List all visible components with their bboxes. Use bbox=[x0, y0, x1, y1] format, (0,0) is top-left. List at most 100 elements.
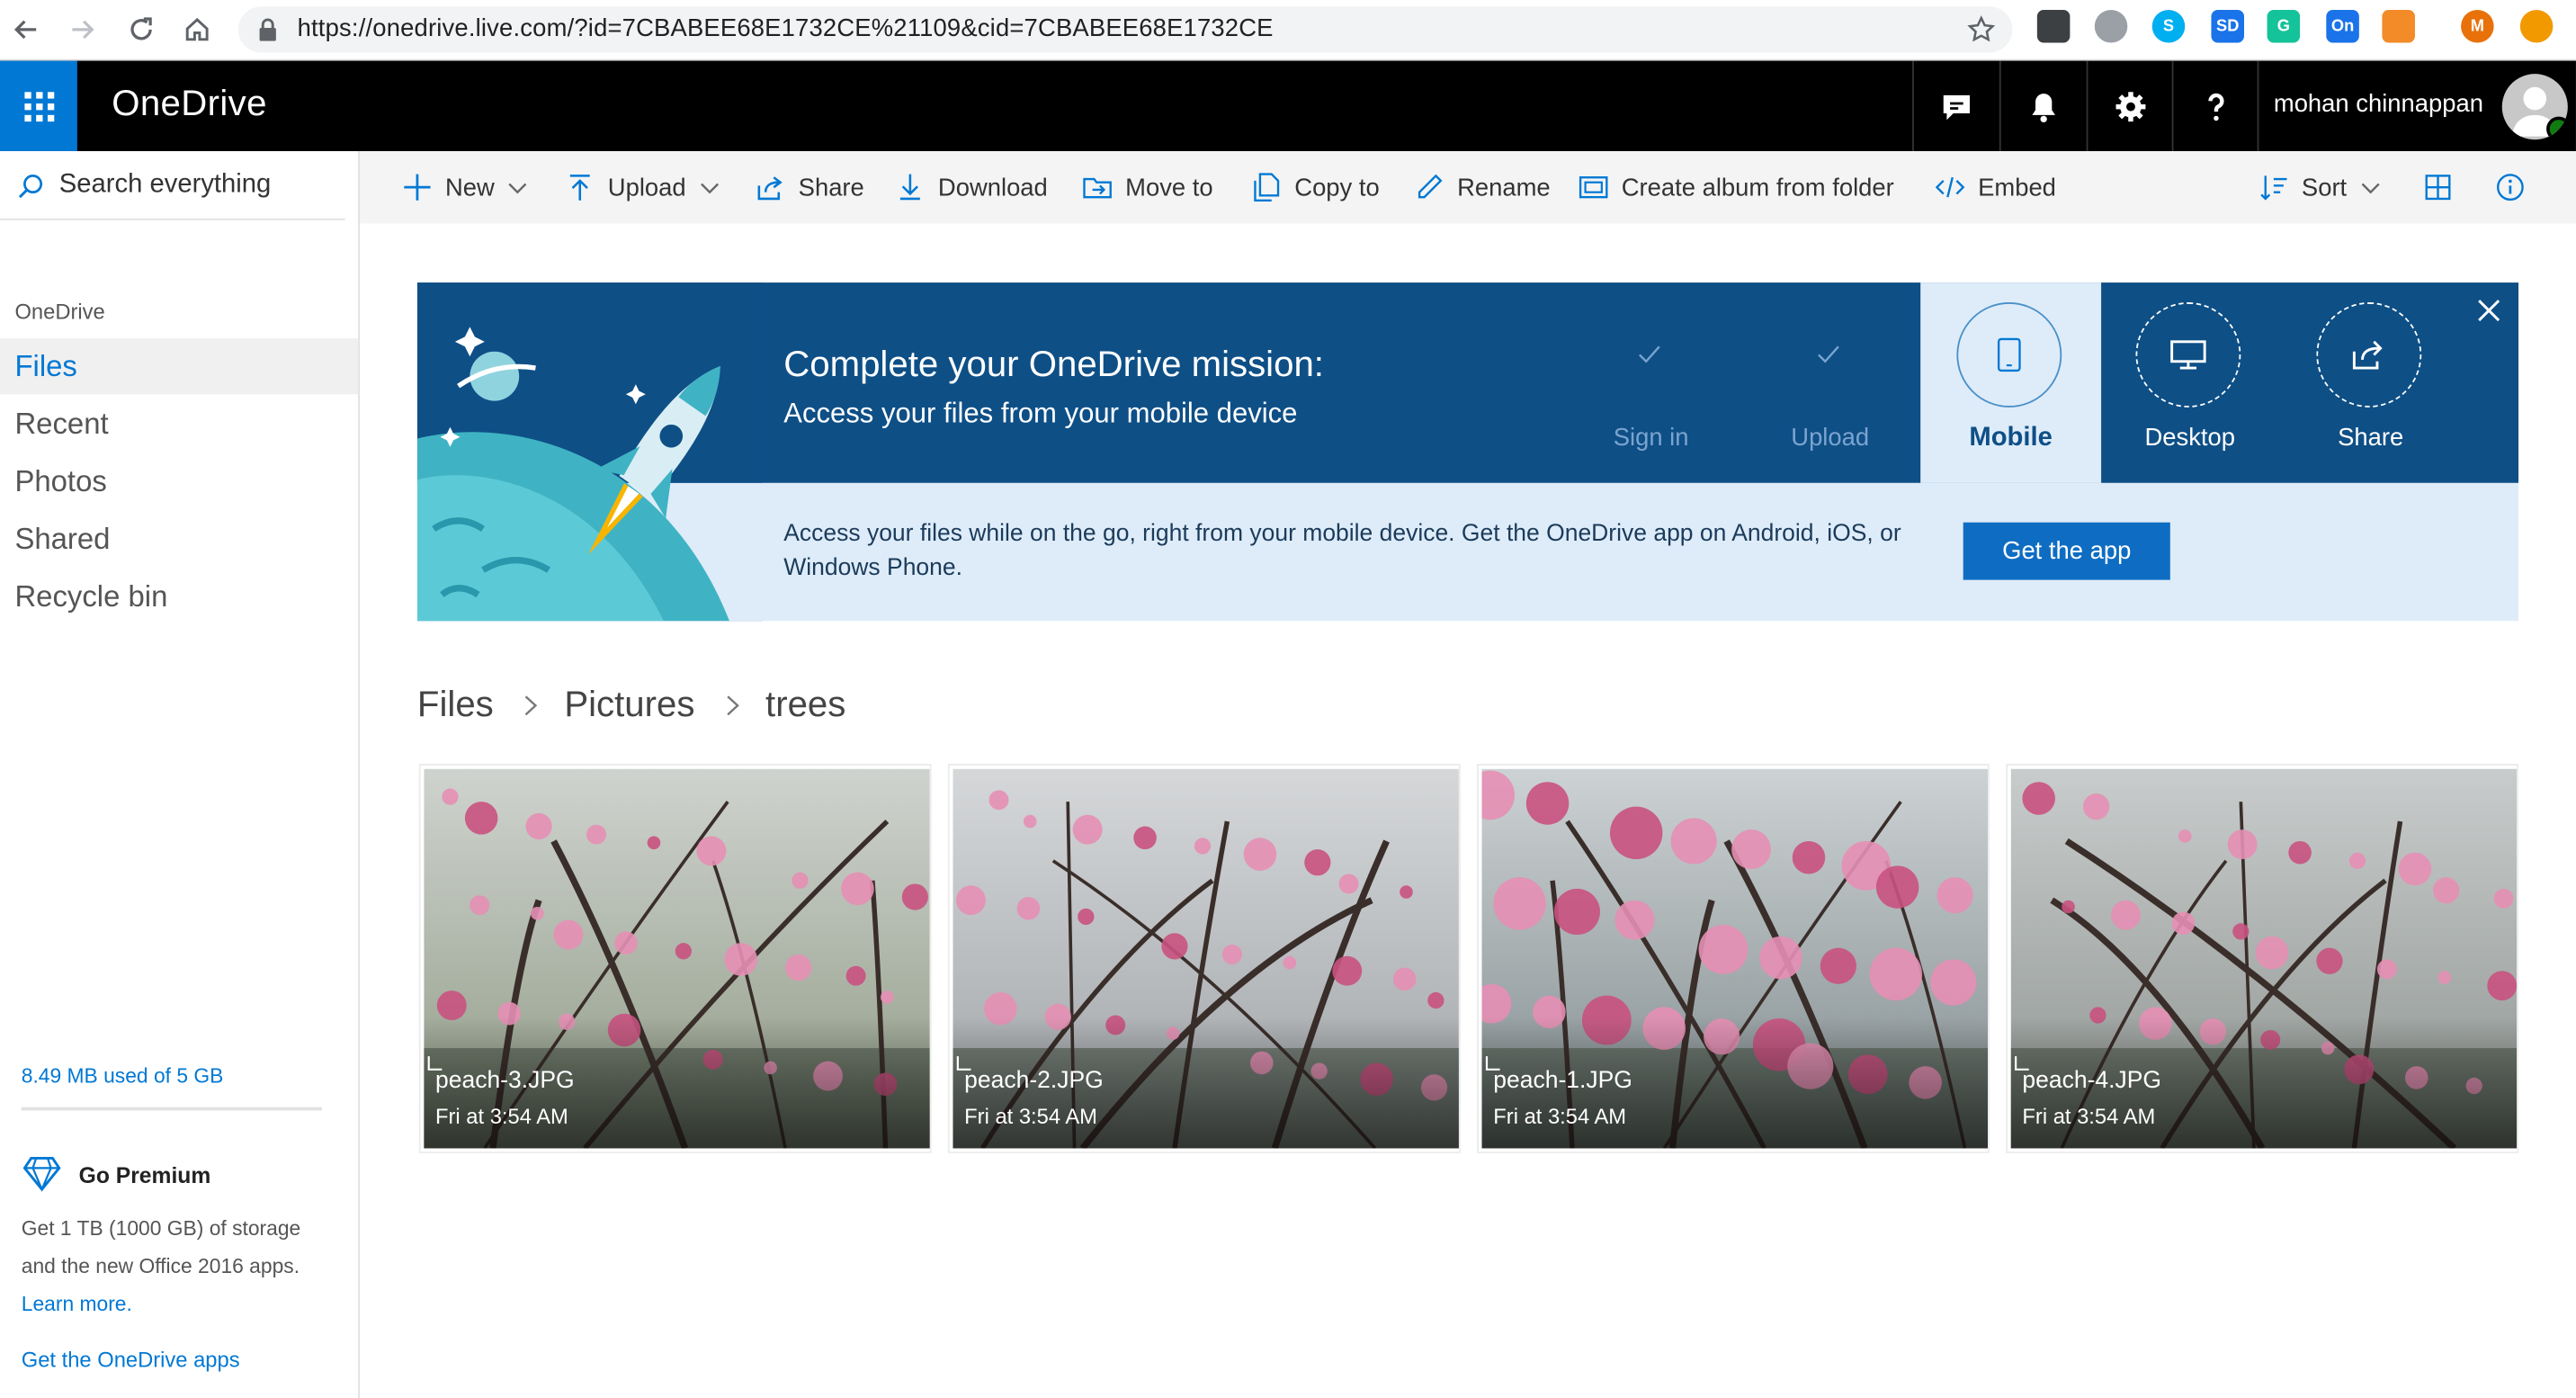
step-share[interactable]: Share bbox=[2280, 282, 2461, 483]
desktop-step-circle bbox=[2135, 302, 2241, 408]
move-icon bbox=[1083, 177, 1112, 199]
step-sign-in[interactable]: Sign in bbox=[1561, 282, 1741, 483]
rocket-illustration bbox=[416, 282, 763, 622]
embed-button[interactable]: Embed bbox=[1935, 151, 2056, 223]
share-icon bbox=[757, 176, 783, 201]
skype-icon[interactable]: S bbox=[2151, 9, 2186, 43]
sidebar-item-photos[interactable]: Photos bbox=[0, 453, 358, 509]
mobile-step-circle bbox=[1956, 302, 2062, 408]
on-icon[interactable]: On bbox=[2326, 9, 2359, 43]
sidebar-item-files[interactable]: Files bbox=[0, 338, 359, 395]
breadcrumb-pictures[interactable]: Pictures bbox=[564, 684, 694, 726]
brand-title[interactable]: OneDrive bbox=[112, 82, 267, 124]
go-premium-description: Get 1 TB (1000 GB) of storage and the ne… bbox=[22, 1211, 334, 1324]
waffle-icon bbox=[23, 91, 54, 121]
details-pane-button[interactable] bbox=[2495, 151, 2537, 223]
step-mobile[interactable]: Mobile bbox=[1920, 282, 2102, 483]
update-icon[interactable] bbox=[2519, 9, 2554, 43]
sidebar-item-recycle-bin[interactable]: Recycle bin bbox=[0, 569, 358, 624]
sd-icon[interactable]: SD bbox=[2211, 9, 2244, 43]
download-button[interactable]: Download bbox=[895, 151, 1048, 223]
presence-badge bbox=[2546, 116, 2568, 140]
feedback-button[interactable] bbox=[1912, 60, 1999, 152]
checkmark-icon bbox=[1639, 345, 1660, 363]
upload-button[interactable]: Upload bbox=[565, 151, 719, 223]
pencil-icon bbox=[1418, 174, 1443, 199]
bell-icon bbox=[2032, 93, 2055, 122]
info-icon bbox=[2497, 174, 2524, 202]
file-tile[interactable]: peach-3.JPG Fri at 3:54 AM bbox=[418, 764, 932, 1153]
circle-icon[interactable] bbox=[2094, 9, 2128, 43]
grammarly-icon[interactable]: G bbox=[2267, 9, 2301, 43]
rename-button[interactable]: Rename bbox=[1415, 151, 1551, 223]
browser-toolbar: https://onedrive.live.com/?id=7CBABEE68E… bbox=[0, 0, 2576, 61]
banner-title: Complete your OneDrive mission: bbox=[783, 343, 1324, 385]
upload-icon bbox=[569, 175, 590, 201]
plus-icon bbox=[404, 174, 431, 201]
file-name: peach-1.JPG bbox=[1493, 1067, 1632, 1095]
file-tile[interactable]: peach-1.JPG Fri at 3:54 AM bbox=[1477, 764, 1990, 1153]
account-menu[interactable]: mohan chinnappan bbox=[2257, 60, 2576, 152]
banner-body-text: Access your files while on the go, right… bbox=[783, 520, 1901, 582]
breadcrumb-files[interactable]: Files bbox=[417, 684, 494, 726]
copy-to-button[interactable]: Copy to bbox=[1252, 151, 1380, 223]
back-icon[interactable] bbox=[8, 12, 44, 48]
copy-icon bbox=[1254, 173, 1280, 202]
step-desktop[interactable]: Desktop bbox=[2099, 282, 2280, 483]
address-bar[interactable]: https://onedrive.live.com/?id=7CBABEE68E… bbox=[237, 6, 2013, 53]
forward-icon[interactable] bbox=[64, 12, 100, 48]
search-input[interactable]: Search everything bbox=[0, 151, 345, 220]
sidebar-item-shared[interactable]: Shared bbox=[0, 511, 358, 567]
file-tile[interactable]: peach-4.JPG Fri at 3:54 AM bbox=[2006, 764, 2519, 1153]
sort-icon bbox=[2260, 175, 2287, 201]
move-to-button[interactable]: Move to bbox=[1083, 151, 1213, 223]
create-album-button[interactable]: Create album from folder bbox=[1579, 151, 1894, 223]
notifications-button[interactable] bbox=[1999, 60, 2087, 152]
bookmark-star-icon[interactable] bbox=[1966, 14, 1996, 44]
avatar bbox=[2501, 74, 2568, 140]
file-date: Fri at 3:54 AM bbox=[1493, 1104, 1627, 1129]
app-root: https://onedrive.live.com/?id=7CBABEE68E… bbox=[0, 0, 2576, 1398]
orange-grid-icon[interactable] bbox=[2382, 9, 2415, 43]
learn-more-link[interactable]: Learn more. bbox=[22, 1293, 132, 1316]
step-mobile-label: Mobile bbox=[1969, 424, 2053, 453]
url-text: https://onedrive.live.com/?id=7CBABEE68E… bbox=[297, 14, 1274, 43]
menu-dots-icon[interactable] bbox=[2036, 9, 2071, 43]
get-onedrive-apps-link[interactable]: Get the OneDrive apps bbox=[22, 1347, 240, 1371]
share-button[interactable]: Share bbox=[756, 151, 864, 223]
search-placeholder: Search everything bbox=[58, 170, 272, 199]
file-date: Fri at 3:54 AM bbox=[435, 1104, 568, 1129]
app-launcher-button[interactable] bbox=[0, 60, 77, 152]
step-desktop-label: Desktop bbox=[2144, 424, 2235, 453]
nav-heading: OneDrive bbox=[14, 299, 105, 324]
file-name: peach-3.JPG bbox=[435, 1067, 575, 1095]
step-upload[interactable]: Upload bbox=[1740, 282, 1920, 483]
banner-subtitle: Access your files from your mobile devic… bbox=[783, 397, 1298, 429]
go-premium-text: Get 1 TB (1000 GB) of storage and the ne… bbox=[21, 1217, 301, 1278]
file-tile[interactable]: peach-2.JPG Fri at 3:54 AM bbox=[947, 764, 1461, 1153]
view-toggle-button[interactable] bbox=[2423, 151, 2465, 223]
gear-icon bbox=[2115, 91, 2146, 121]
mission-banner: Complete your OneDrive mission: Access y… bbox=[416, 282, 2519, 622]
close-icon[interactable] bbox=[2477, 299, 2500, 322]
download-icon bbox=[899, 174, 920, 201]
go-premium-title: Go Premium bbox=[78, 1162, 211, 1188]
search-icon bbox=[18, 175, 43, 199]
suite-header: OneDrive mohan chinnappan bbox=[0, 60, 2576, 152]
home-icon[interactable] bbox=[179, 12, 215, 48]
lock-icon bbox=[259, 18, 276, 41]
sort-button[interactable]: Sort bbox=[2258, 151, 2379, 223]
get-the-app-button[interactable]: Get the app bbox=[1963, 522, 2170, 580]
storage-quota-link[interactable]: 8.49 MB used of 5 GB bbox=[22, 1064, 224, 1088]
reload-icon[interactable] bbox=[123, 12, 159, 48]
sidebar-item-recent[interactable]: Recent bbox=[0, 396, 358, 452]
new-button[interactable]: New bbox=[402, 151, 527, 223]
settings-button[interactable] bbox=[2086, 60, 2174, 152]
chevron-down-icon bbox=[700, 183, 719, 194]
chat-bubble-icon bbox=[1943, 94, 1970, 120]
share-step-circle bbox=[2316, 302, 2422, 408]
file-name: peach-4.JPG bbox=[2022, 1067, 2162, 1095]
breadcrumb: Files Pictures trees bbox=[417, 684, 845, 726]
profile-m-icon[interactable]: M bbox=[2461, 9, 2494, 43]
help-button[interactable] bbox=[2171, 60, 2259, 152]
